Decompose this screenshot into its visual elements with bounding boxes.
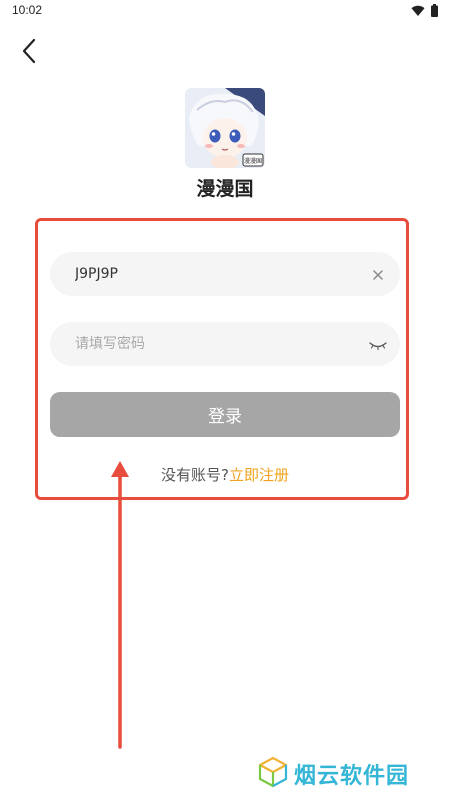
clear-username-button[interactable]	[356, 252, 400, 296]
status-bar: 10:02	[0, 0, 450, 22]
chevron-left-icon	[21, 38, 37, 68]
register-row: 没有账号?立即注册	[0, 464, 450, 485]
app-logo: 漫漫国	[185, 88, 265, 168]
username-field	[50, 252, 400, 296]
cube-logo-icon	[258, 756, 288, 792]
watermark-text: 烟云软件园	[294, 764, 410, 789]
password-input[interactable]	[50, 322, 356, 366]
register-prompt: 没有账号?	[161, 466, 229, 484]
back-button[interactable]	[14, 38, 44, 68]
wifi-icon	[411, 2, 425, 21]
login-button[interactable]: 登录	[50, 392, 400, 437]
password-field	[50, 322, 400, 366]
password-visibility-toggle[interactable]	[356, 322, 400, 366]
close-icon	[373, 265, 383, 284]
logo-badge-text: 漫漫国	[244, 157, 262, 165]
watermark: 烟云软件园	[258, 754, 409, 794]
username-input[interactable]	[50, 252, 356, 296]
register-link[interactable]: 立即注册	[229, 466, 289, 484]
annotation-arrow	[111, 461, 129, 749]
status-icons	[411, 2, 438, 21]
status-time: 10:02	[12, 3, 43, 17]
battery-icon	[431, 2, 438, 21]
app-name: 漫漫国	[196, 178, 254, 200]
eye-closed-icon	[368, 335, 388, 354]
